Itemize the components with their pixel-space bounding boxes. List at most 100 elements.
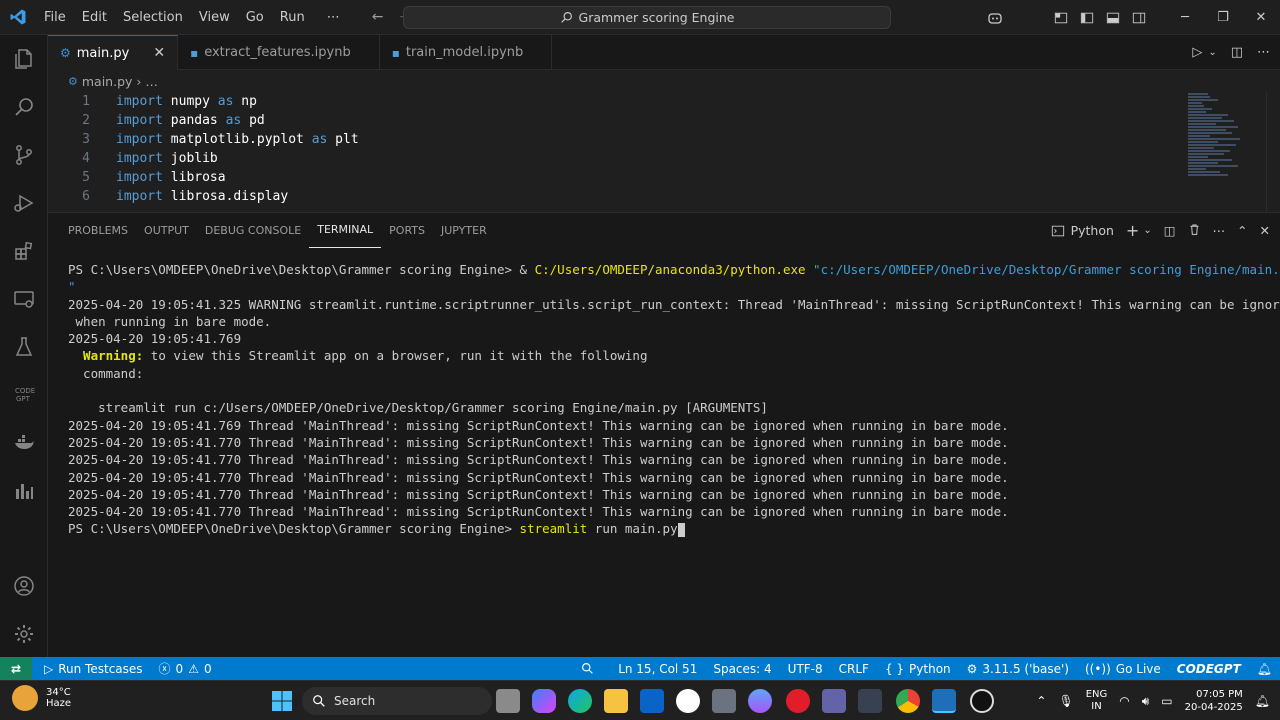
indentation[interactable]: Spaces: 4 [705, 662, 779, 676]
file-explorer-icon[interactable] [604, 689, 628, 713]
dell-icon[interactable] [676, 689, 700, 713]
command-center[interactable]: Grammer scoring Engine [403, 6, 891, 29]
outlook-icon[interactable] [640, 689, 664, 713]
line-ending[interactable]: CRLF [831, 662, 877, 676]
obs-icon[interactable] [970, 689, 994, 713]
new-terminal-icon[interactable]: + [1126, 221, 1139, 240]
editor-scrollbar[interactable] [1266, 92, 1280, 212]
minimap[interactable] [1188, 92, 1258, 212]
camera-icon[interactable] [712, 689, 736, 713]
toggle-primary-sidebar-icon[interactable] [1074, 0, 1100, 35]
menu-edit[interactable]: Edit [74, 0, 115, 35]
microphone-icon[interactable]: 🎙︎ [1058, 694, 1073, 708]
restore-icon[interactable]: ❐ [1204, 0, 1242, 35]
search-sidebar-icon[interactable] [0, 83, 48, 131]
codegpt-status[interactable]: CODEGPT [1169, 662, 1249, 676]
maximize-panel-icon[interactable]: ⌃ [1237, 223, 1247, 238]
teams-icon[interactable] [822, 689, 846, 713]
remote-indicator-icon[interactable]: ⇄ [0, 657, 32, 680]
menu-file[interactable]: File [36, 0, 74, 35]
terminal-app-icon[interactable] [858, 689, 882, 713]
close-panel-icon[interactable]: ✕ [1260, 223, 1270, 238]
run-debug-icon[interactable] [0, 179, 48, 227]
zoom-icon[interactable] [573, 662, 602, 675]
layout-toggle-icon[interactable] [1048, 0, 1074, 35]
terminal-output[interactable]: PS C:\Users\OMDEEP\OneDrive\Desktop\Gram… [68, 261, 1280, 538]
testing-flask-icon[interactable] [0, 323, 48, 371]
code-editor[interactable]: 1 import numpy as np 2 import pandas as pd… [48, 92, 1188, 212]
terminal-icon [1051, 225, 1064, 236]
python-interpreter[interactable]: ⚙ 3.11.5 ('base') [959, 662, 1077, 676]
tab-debug-console[interactable]: DEBUG CONSOLE [197, 213, 309, 248]
account-icon[interactable] [0, 562, 48, 610]
tab-problems[interactable]: PROBLEMS [60, 213, 136, 248]
menu-run[interactable]: Run [272, 0, 313, 35]
breadcrumb-more[interactable]: … [145, 74, 158, 89]
terminal-dropdown-icon[interactable]: ⌄ [1143, 225, 1151, 236]
menu-go[interactable]: Go [238, 0, 272, 35]
more-actions-icon[interactable]: ⋯ [1257, 45, 1270, 60]
cursor-position[interactable]: Ln 15, Col 51 [610, 662, 705, 676]
tab-output[interactable]: OUTPUT [136, 213, 197, 248]
kill-terminal-icon[interactable] [1188, 223, 1201, 239]
edge-icon[interactable] [568, 689, 592, 713]
wifi-icon[interactable]: ◠ [1119, 694, 1129, 708]
problems-indicator[interactable]: ⓧ 0 ⚠ 0 [151, 660, 220, 677]
opera-icon[interactable] [786, 689, 810, 713]
extensions-icon[interactable] [0, 227, 48, 275]
menu-more-icon[interactable]: ⋯ [319, 0, 348, 35]
language-indicator[interactable]: ENG IN [1086, 689, 1108, 713]
docker-icon[interactable] [0, 419, 48, 467]
tab-main-py[interactable]: ⚙ main.py ✕ [48, 35, 179, 70]
battery-icon[interactable]: ▭ [1161, 694, 1172, 708]
back-arrow-icon[interactable]: ← [364, 9, 392, 25]
terminal-prompt-line[interactable]: PS C:\Users\OMDEEP\OneDrive\Desktop\Gram… [68, 520, 1268, 537]
chart-icon[interactable] [0, 467, 48, 515]
minimize-icon[interactable]: ─ [1166, 0, 1204, 35]
notifications-bell-icon[interactable]: 🔔︎ [1249, 662, 1280, 676]
explorer-icon[interactable] [0, 35, 48, 83]
run-file-icon[interactable]: ▷ [1192, 45, 1202, 60]
bottom-panel: PROBLEMS OUTPUT DEBUG CONSOLE TERMINAL P… [48, 212, 1280, 657]
settings-gear-icon[interactable] [0, 610, 48, 658]
go-live-button[interactable]: ((•)) Go Live [1077, 662, 1169, 676]
tab-train-model[interactable]: ▪ train_model.ipynb [380, 35, 553, 70]
split-terminal-icon[interactable]: ◫ [1164, 223, 1176, 238]
panel-more-icon[interactable]: ⋯ [1213, 223, 1226, 238]
notification-center-icon[interactable]: 🔔︎ [1255, 694, 1270, 708]
run-testcases-button[interactable]: ▷ Run Testcases [36, 662, 151, 676]
breadcrumb-file[interactable]: main.py [82, 74, 133, 89]
chrome-icon[interactable] [896, 689, 920, 713]
split-editor-icon[interactable]: ◫ [1231, 45, 1243, 60]
close-window-icon[interactable]: ✕ [1242, 0, 1280, 35]
run-dropdown-icon[interactable]: ⌄ [1208, 47, 1216, 58]
tab-extract-features[interactable]: ▪ extract_features.ipynb [178, 35, 380, 70]
start-windows-icon[interactable] [270, 689, 294, 713]
menu-selection[interactable]: Selection [115, 0, 191, 35]
terminal-profile-label: Python [1070, 223, 1114, 238]
weather-widget[interactable]: 34°C Haze [12, 685, 71, 711]
language-mode[interactable]: { } Python [877, 662, 959, 676]
copilot-app-icon[interactable] [532, 689, 556, 713]
encoding[interactable]: UTF-8 [780, 662, 831, 676]
clock[interactable]: 07:05 PM 20-04-2025 [1185, 688, 1243, 714]
vscode-taskbar-icon[interactable] [932, 689, 956, 713]
volume-icon[interactable]: 🔊︎ [1142, 694, 1150, 709]
toggle-panel-icon[interactable] [1100, 0, 1126, 35]
terminal-profile[interactable]: Python [1051, 223, 1114, 238]
tab-terminal[interactable]: TERMINAL [309, 213, 382, 248]
tray-overflow-icon[interactable]: ⌃ [1036, 694, 1046, 708]
remote-explorer-icon[interactable] [0, 275, 48, 323]
task-view-icon[interactable] [496, 689, 520, 713]
copilot-icon[interactable] [982, 0, 1008, 35]
close-tab-icon[interactable]: ✕ [153, 45, 165, 61]
taskbar-search[interactable]: Search [302, 687, 492, 715]
app-flame-icon[interactable] [748, 689, 772, 713]
tab-jupyter[interactable]: JUPYTER [433, 213, 495, 248]
source-control-icon[interactable] [0, 131, 48, 179]
toggle-secondary-sidebar-icon[interactable] [1126, 0, 1152, 35]
codegpt-icon[interactable]: CODE GPT [0, 371, 48, 419]
tab-ports[interactable]: PORTS [381, 213, 433, 248]
menu-view[interactable]: View [191, 0, 238, 35]
